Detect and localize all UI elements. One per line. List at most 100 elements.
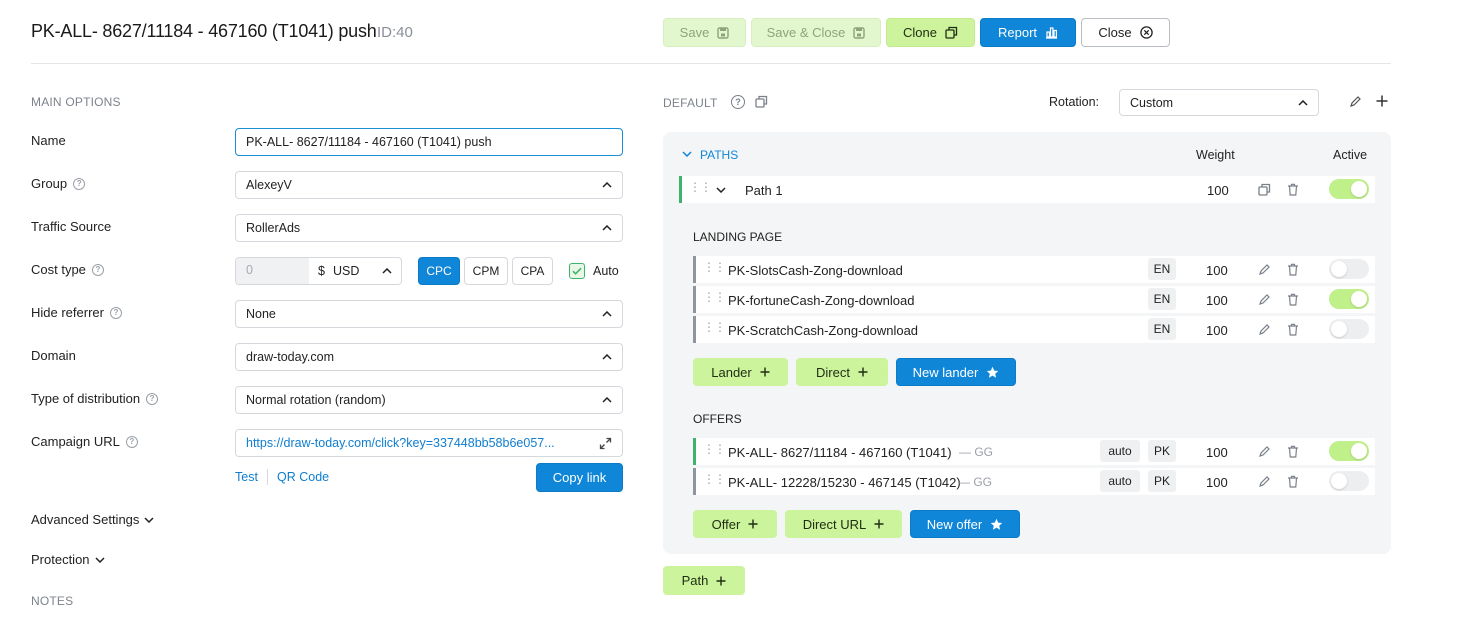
trash-icon[interactable] <box>1287 445 1299 458</box>
auto-checkbox[interactable] <box>569 263 585 279</box>
rotation-value: Custom <box>1130 95 1174 110</box>
drag-handle-icon[interactable]: ⋮⋮ <box>703 473 726 485</box>
trash-icon[interactable] <box>1287 183 1299 196</box>
report-button[interactable]: Report <box>980 18 1076 47</box>
test-link[interactable]: Test <box>235 470 258 484</box>
advanced-settings-toggle[interactable]: Advanced Settings <box>31 512 154 527</box>
cost-model-cpm[interactable]: CPM <box>464 257 508 285</box>
add-path-button[interactable]: Path <box>663 566 745 595</box>
new-offer-button[interactable]: New offer <box>910 510 1020 538</box>
drag-handle-icon[interactable]: ⋮⋮ <box>689 181 712 193</box>
offer-active-toggle[interactable] <box>1329 471 1369 491</box>
cost-model-cpa[interactable]: CPA <box>512 257 553 285</box>
cost-model-cpc[interactable]: CPC <box>418 257 460 285</box>
lander-name[interactable]: PK-ScratchCash-Zong-download <box>728 323 918 338</box>
campaign-url-field[interactable]: https://draw-today.com/click?key=337448b… <box>235 429 623 457</box>
trash-icon[interactable] <box>1287 475 1299 488</box>
offer-name[interactable]: PK-ALL- 8627/11184 - 467160 (T1041) <box>728 445 952 460</box>
pencil-icon[interactable] <box>1258 445 1271 458</box>
drag-handle-icon[interactable]: ⋮⋮ <box>703 291 726 303</box>
close-button[interactable]: Close <box>1081 18 1170 47</box>
offer-weight[interactable]: 100 <box>1206 475 1228 490</box>
currency-select[interactable]: $ USD <box>318 264 359 278</box>
pencil-icon[interactable] <box>1349 95 1362 108</box>
trash-icon[interactable] <box>1287 323 1299 336</box>
campaign-url-value[interactable]: https://draw-today.com/click?key=337448b… <box>246 436 555 450</box>
offer-name[interactable]: PK-ALL- 12228/15230 - 467145 (T1042) <box>728 475 961 490</box>
copy-icon[interactable] <box>755 95 768 108</box>
trash-icon[interactable] <box>1287 263 1299 276</box>
pencil-icon[interactable] <box>1258 263 1271 276</box>
protection-toggle[interactable]: Protection <box>31 552 105 567</box>
help-icon[interactable]: ? <box>91 263 104 276</box>
default-heading: DEFAULT <box>663 96 718 110</box>
trash-icon[interactable] <box>1287 293 1299 306</box>
group-select[interactable]: AlexeyV <box>235 171 623 199</box>
lander-row[interactable]: ⋮⋮ PK-ScratchCash-Zong-download EN 100 <box>693 316 1375 343</box>
drag-handle-icon[interactable]: ⋮⋮ <box>703 443 726 455</box>
lander-active-toggle[interactable] <box>1329 259 1369 279</box>
distribution-select[interactable]: Normal rotation (random) <box>235 386 623 414</box>
chevron-down-icon <box>95 556 105 563</box>
hide-referrer-select[interactable]: None <box>235 300 623 328</box>
help-icon[interactable]: ? <box>146 392 159 405</box>
new-lander-button[interactable]: New lander <box>896 358 1016 386</box>
lander-name[interactable]: PK-fortuneCash-Zong-download <box>728 293 914 308</box>
add-direct-url-button[interactable]: Direct URL <box>785 510 902 538</box>
rotation-select[interactable]: Custom <box>1119 89 1319 116</box>
drag-handle-icon[interactable]: ⋮⋮ <box>703 321 726 333</box>
lander-language: EN <box>1148 288 1176 310</box>
path-row[interactable]: ⋮⋮ Path 1 100 <box>679 176 1375 203</box>
path-name: Path 1 <box>745 183 783 198</box>
offer-weight[interactable]: 100 <box>1206 445 1228 460</box>
offer-row[interactable]: ⋮⋮ PK-ALL- 12228/15230 - 467145 (T1042) … <box>693 468 1375 495</box>
path-active-toggle[interactable] <box>1329 179 1369 199</box>
offer-payout: auto <box>1100 470 1140 492</box>
add-direct-button[interactable]: Direct <box>796 358 888 386</box>
plus-icon[interactable] <box>1376 95 1388 107</box>
name-input[interactable]: PK-ALL- 8627/11184 - 467160 (T1041) push <box>235 128 623 156</box>
pencil-icon[interactable] <box>1258 323 1271 336</box>
drag-handle-icon[interactable]: ⋮⋮ <box>703 261 726 273</box>
group-select-value: AlexeyV <box>246 178 292 192</box>
auto-label: Auto <box>593 264 619 278</box>
path-weight[interactable]: 100 <box>1207 183 1229 198</box>
help-icon[interactable]: ? <box>125 435 138 448</box>
help-icon[interactable]: ? <box>109 306 122 319</box>
traffic-source-select[interactable]: RollerAds <box>235 214 623 242</box>
cost-value-input[interactable]: 0 <box>236 258 309 284</box>
chevron-down-icon[interactable] <box>716 187 726 193</box>
lander-weight[interactable]: 100 <box>1206 323 1228 338</box>
offer-active-toggle[interactable] <box>1329 441 1369 461</box>
save-label: Save <box>679 25 710 40</box>
add-offer-button[interactable]: Offer <box>693 510 777 538</box>
lander-language: EN <box>1148 258 1176 280</box>
add-lander-button[interactable]: Lander <box>693 358 788 386</box>
floppy-icon <box>853 26 866 39</box>
lander-weight[interactable]: 100 <box>1206 293 1228 308</box>
lander-row[interactable]: ⋮⋮ PK-fortuneCash-Zong-download EN 100 <box>693 286 1375 313</box>
lander-active-toggle[interactable] <box>1329 289 1369 309</box>
qr-code-link[interactable]: QR Code <box>277 470 329 484</box>
save-button[interactable]: Save <box>663 18 746 47</box>
expand-icon[interactable] <box>599 437 612 450</box>
chevron-up-icon <box>1298 99 1308 106</box>
pencil-icon[interactable] <box>1258 475 1271 488</box>
lander-weight[interactable]: 100 <box>1206 263 1228 278</box>
copy-icon <box>945 26 958 39</box>
lander-active-toggle[interactable] <box>1329 319 1369 339</box>
save-close-label: Save & Close <box>766 25 846 40</box>
paths-heading[interactable]: PATHS <box>700 148 738 162</box>
pencil-icon[interactable] <box>1258 293 1271 306</box>
save-close-button[interactable]: Save & Close <box>751 18 881 47</box>
offer-row[interactable]: ⋮⋮ PK-ALL- 8627/11184 - 467160 (T1041) —… <box>693 438 1375 465</box>
copy-link-button[interactable]: Copy link <box>536 463 623 492</box>
domain-select[interactable]: draw-today.com <box>235 343 623 371</box>
clone-button[interactable]: Clone <box>886 18 975 47</box>
lander-name[interactable]: PK-SlotsCash-Zong-download <box>728 263 903 278</box>
help-icon[interactable]: ? <box>73 177 86 190</box>
copy-icon[interactable] <box>1258 183 1271 196</box>
help-icon[interactable]: ? <box>731 95 745 109</box>
lander-row[interactable]: ⋮⋮ PK-SlotsCash-Zong-download EN 100 <box>693 256 1375 283</box>
chevron-down-icon[interactable] <box>682 151 692 157</box>
